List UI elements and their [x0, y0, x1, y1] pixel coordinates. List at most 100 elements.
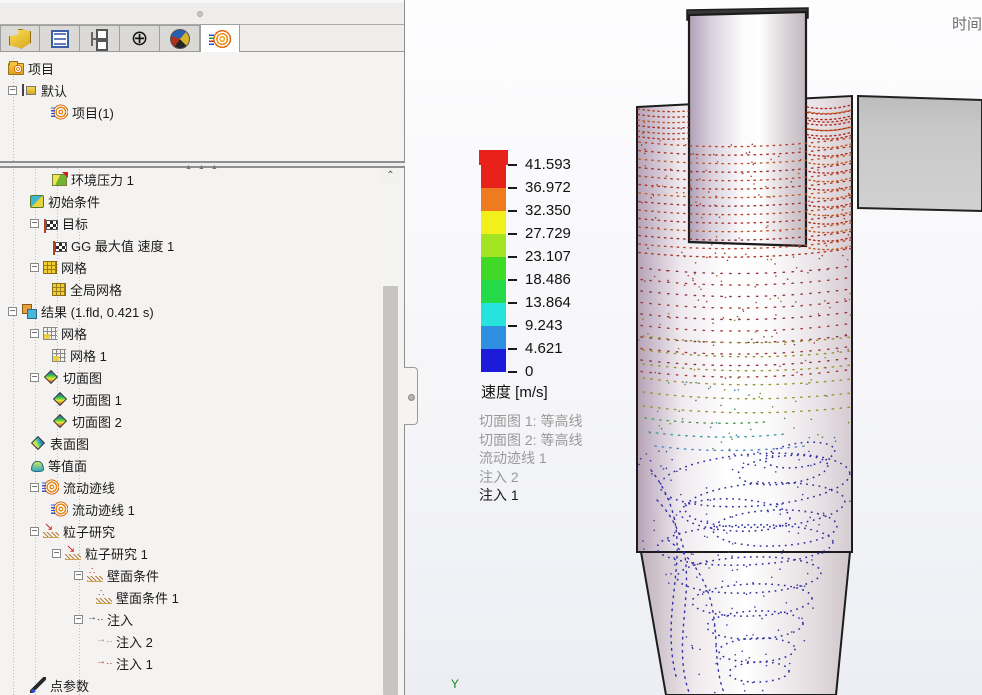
analysis-tree-row-5[interactable]: 全局网格 — [0, 278, 383, 300]
scrollbar-thumb[interactable] — [383, 286, 398, 695]
expand-toggle-icon[interactable]: − — [30, 527, 39, 536]
analysis-tree-row-1[interactable]: 初始条件 — [0, 190, 383, 212]
tree-item-label: 项目 — [28, 58, 54, 78]
legend-tick — [508, 233, 517, 235]
legend-color-segment — [481, 303, 506, 326]
flow-trajectories-icon — [43, 479, 59, 495]
tree-item-label: 注入 2 — [116, 631, 153, 651]
cut-plot-icon — [53, 392, 67, 406]
analysis-tree-row-4[interactable]: − 网格 — [0, 256, 383, 278]
panel-collapse-handle[interactable] — [404, 367, 418, 425]
expand-toggle-icon[interactable]: − — [30, 329, 39, 338]
tree-item-label: 网格 — [61, 257, 87, 277]
mesh-results-icon — [52, 349, 66, 362]
analysis-tree-row-11[interactable]: 切面图 2 — [0, 410, 383, 432]
expand-toggle-icon[interactable]: − — [30, 483, 39, 492]
expand-toggle-icon[interactable]: − — [8, 86, 17, 95]
analysis-tree-row-16[interactable]: −粒子研究 — [0, 520, 383, 542]
analysis-tree-row-9[interactable]: − 切面图 — [0, 366, 383, 388]
goals-icon — [46, 220, 58, 230]
initial-conditions-icon — [30, 195, 44, 208]
analysis-tree-row-14[interactable]: −流动迹线 — [0, 476, 383, 498]
mesh-settings-icon — [43, 261, 57, 274]
tree-item-label: 初始条件 — [48, 191, 100, 211]
legend-color-segment — [481, 257, 506, 280]
analysis-tree-row-3[interactable]: GG 最大值 速度 1 — [0, 234, 383, 256]
expand-toggle-icon[interactable]: − — [8, 307, 17, 316]
project-tree-row-2[interactable]: 项目(1) — [0, 101, 383, 123]
wall-conditions-icon — [87, 567, 103, 583]
analysis-tree-row-17[interactable]: −粒子研究 1 — [0, 542, 383, 564]
legend-value: 4.621 — [525, 340, 563, 357]
tree-item-label: 注入 — [107, 609, 133, 629]
tree-item-label: 切面图 — [63, 367, 102, 387]
plot-list-item: 流动迹线 1 — [479, 449, 582, 468]
legend-value: 9.243 — [525, 317, 563, 334]
legend-value: 18.486 — [525, 271, 571, 288]
legend-tick — [508, 325, 517, 327]
expand-toggle-icon[interactable]: − — [74, 615, 83, 624]
analysis-tree-row-15[interactable]: 流动迹线 1 — [0, 498, 383, 520]
legend-color-segment — [481, 211, 506, 234]
manager-tab-1[interactable] — [40, 25, 80, 51]
analysis-tree-row-10[interactable]: 切面图 1 — [0, 388, 383, 410]
tree-item-label: 流动迹线 1 — [72, 499, 135, 519]
y-axis-label: Y — [451, 677, 459, 692]
expand-toggle-icon[interactable]: − — [30, 219, 39, 228]
global-mesh-icon — [52, 283, 66, 296]
splitter-grip-icon — [197, 11, 203, 17]
project-tree: 项目−默认项目(1) — [0, 57, 383, 161]
tree-item-label: 环境压力 1 — [71, 169, 134, 189]
analysis-tree-row-20[interactable]: − 注入 — [0, 608, 383, 630]
particle-study-icon — [43, 523, 59, 539]
manager-tab-5[interactable] — [200, 24, 240, 52]
analysis-tree-row-12[interactable]: 表面图 — [0, 432, 383, 454]
flow-simulation-icon — [209, 29, 231, 49]
manager-tab-3[interactable]: ⊕ — [120, 25, 160, 51]
injection-gray-icon — [96, 633, 112, 649]
analysis-tree-row-22[interactable]: 注入 1 — [0, 652, 383, 674]
tree-item-label: 等值面 — [48, 455, 87, 475]
tree-item-label: 点参数 — [50, 675, 89, 695]
manager-tab-0[interactable] — [0, 25, 40, 51]
plot-list-item: 注入 2 — [479, 468, 582, 487]
project-tree-row-1[interactable]: −默认 — [0, 79, 383, 101]
analysis-tree-row-13[interactable]: 等值面 — [0, 454, 383, 476]
analysis-tree-row-18[interactable]: −壁面条件 — [0, 564, 383, 586]
tree-scrollbar[interactable]: ⌃ — [382, 168, 399, 695]
expand-toggle-icon[interactable]: − — [30, 263, 39, 272]
expand-toggle-icon[interactable]: − — [74, 571, 83, 580]
legend-tick — [508, 371, 517, 373]
analysis-tree-row-23[interactable]: 点参数 — [0, 674, 383, 695]
legend-tick — [508, 210, 517, 212]
injection-red-icon — [96, 655, 112, 671]
manager-tab-4[interactable] — [160, 25, 200, 51]
goal-icon — [55, 242, 67, 252]
analysis-tree-row-7[interactable]: −网格 — [0, 322, 383, 344]
scroll-up-button[interactable]: ⌃ — [382, 168, 399, 185]
analysis-tree-row-6[interactable]: −结果 (1.fld, 0.421 s) — [0, 300, 383, 322]
cyclone-cone — [641, 552, 850, 695]
analysis-tree-row-21[interactable]: 注入 2 — [0, 630, 383, 652]
legend-value: 23.107 — [525, 248, 571, 265]
analysis-tree-row-8[interactable]: 网格 1 — [0, 344, 383, 366]
legend-value: 0 — [525, 363, 533, 380]
manager-tab-2[interactable] — [80, 25, 120, 51]
project-tree-row-0[interactable]: 项目 — [0, 57, 383, 79]
active-plot-list: 切面图 1: 等高线切面图 2: 等高线流动迹线 1注入 2注入 1 — [479, 412, 582, 505]
point-parameters-icon — [30, 677, 46, 693]
analysis-tree-row-0[interactable]: 环境压力 1 — [0, 168, 383, 190]
expand-toggle-icon[interactable]: − — [30, 373, 39, 382]
tree-splitter[interactable]: ▲ ▲ ▲ — [0, 161, 405, 168]
graphics-viewport[interactable]: 时间 41.59336.97232.35027.72923.10718.4861… — [405, 0, 982, 695]
panel-top-splitter[interactable] — [0, 0, 404, 25]
legend-color-segment — [481, 280, 506, 303]
analysis-tree-row-19[interactable]: 壁面条件 1 — [0, 586, 383, 608]
manager-tab-bar: ⊕ — [0, 25, 404, 52]
feature-tree-panel: ⊕ 项目−默认项目(1) ▲ ▲ ▲ 环境压力 1初始条件−目标GG 最大值 速… — [0, 0, 405, 695]
analysis-tree-row-2[interactable]: −目标 — [0, 212, 383, 234]
expand-toggle-icon[interactable]: − — [52, 549, 61, 558]
plot-list-item: 切面图 2: 等高线 — [479, 431, 582, 450]
legend-tick — [508, 187, 517, 189]
legend-value: 41.593 — [525, 156, 571, 173]
